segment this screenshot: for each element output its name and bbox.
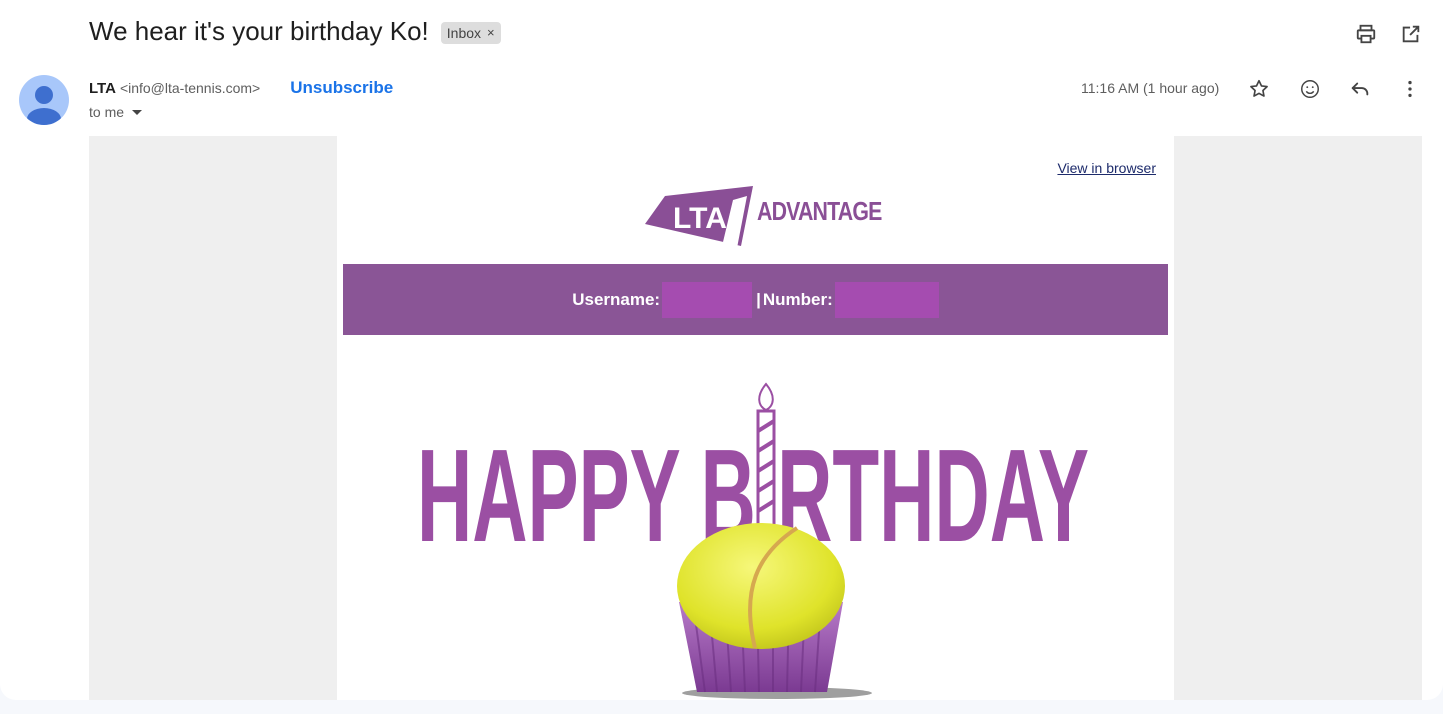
remove-label-icon[interactable]: × [487, 25, 495, 40]
email-content-panel: View in browser LTA ADVANTAGE Username: … [337, 136, 1174, 700]
chevron-down-icon [132, 109, 143, 115]
sender-email: <info@lta-tennis.com> [119, 80, 261, 96]
number-redacted [834, 281, 939, 318]
inbox-label-chip[interactable]: Inbox × [440, 21, 501, 44]
email-timestamp: 11:16 AM (1 hour ago) [1081, 80, 1220, 96]
unsubscribe-link[interactable]: Unsubscribe [290, 78, 393, 98]
print-icon[interactable] [1354, 22, 1378, 46]
person-icon [27, 86, 61, 125]
number-label: Number: [762, 289, 833, 309]
star-icon[interactable] [1247, 77, 1271, 101]
emoji-icon[interactable] [1298, 77, 1322, 101]
email-subject: We hear it's your birthday Ko! [89, 16, 429, 46]
birthday-cupcake-illustration: HAPPY BIRTHDAY [417, 382, 1089, 699]
label-text: Inbox [446, 24, 482, 41]
svg-text:LTA: LTA [673, 202, 727, 235]
lta-advantage-logo[interactable]: LTA ADVANTAGE [645, 186, 882, 252]
sender-avatar[interactable] [19, 75, 69, 125]
reply-icon[interactable] [1348, 77, 1372, 101]
subject-row: We hear it's your birthday Ko! Inbox × [89, 16, 501, 47]
lta-logo-mark: LTA [645, 186, 753, 248]
separator: | [756, 289, 761, 309]
open-in-new-window-icon[interactable] [1399, 22, 1423, 46]
logo-wordmark: ADVANTAGE [757, 196, 882, 226]
username-redacted [662, 281, 753, 318]
username-label: Username: [572, 289, 661, 309]
account-info-bar: Username: | Number: [343, 264, 1168, 335]
more-vertical-icon[interactable] [1398, 77, 1422, 101]
sender-name[interactable]: LTA [89, 80, 116, 97]
email-view: We hear it's your birthday Ko! Inbox × L… [0, 0, 1443, 700]
recipient-text: to me [89, 104, 125, 120]
happy-birthday-hero-image[interactable]: HAPPY BIRTHDAY [337, 376, 1174, 700]
sender-line: LTA <info@lta-tennis.com> Unsubscribe [89, 78, 393, 98]
view-in-browser-link[interactable]: View in browser [1057, 160, 1156, 176]
recipient-details-toggle[interactable]: to me [89, 104, 143, 120]
